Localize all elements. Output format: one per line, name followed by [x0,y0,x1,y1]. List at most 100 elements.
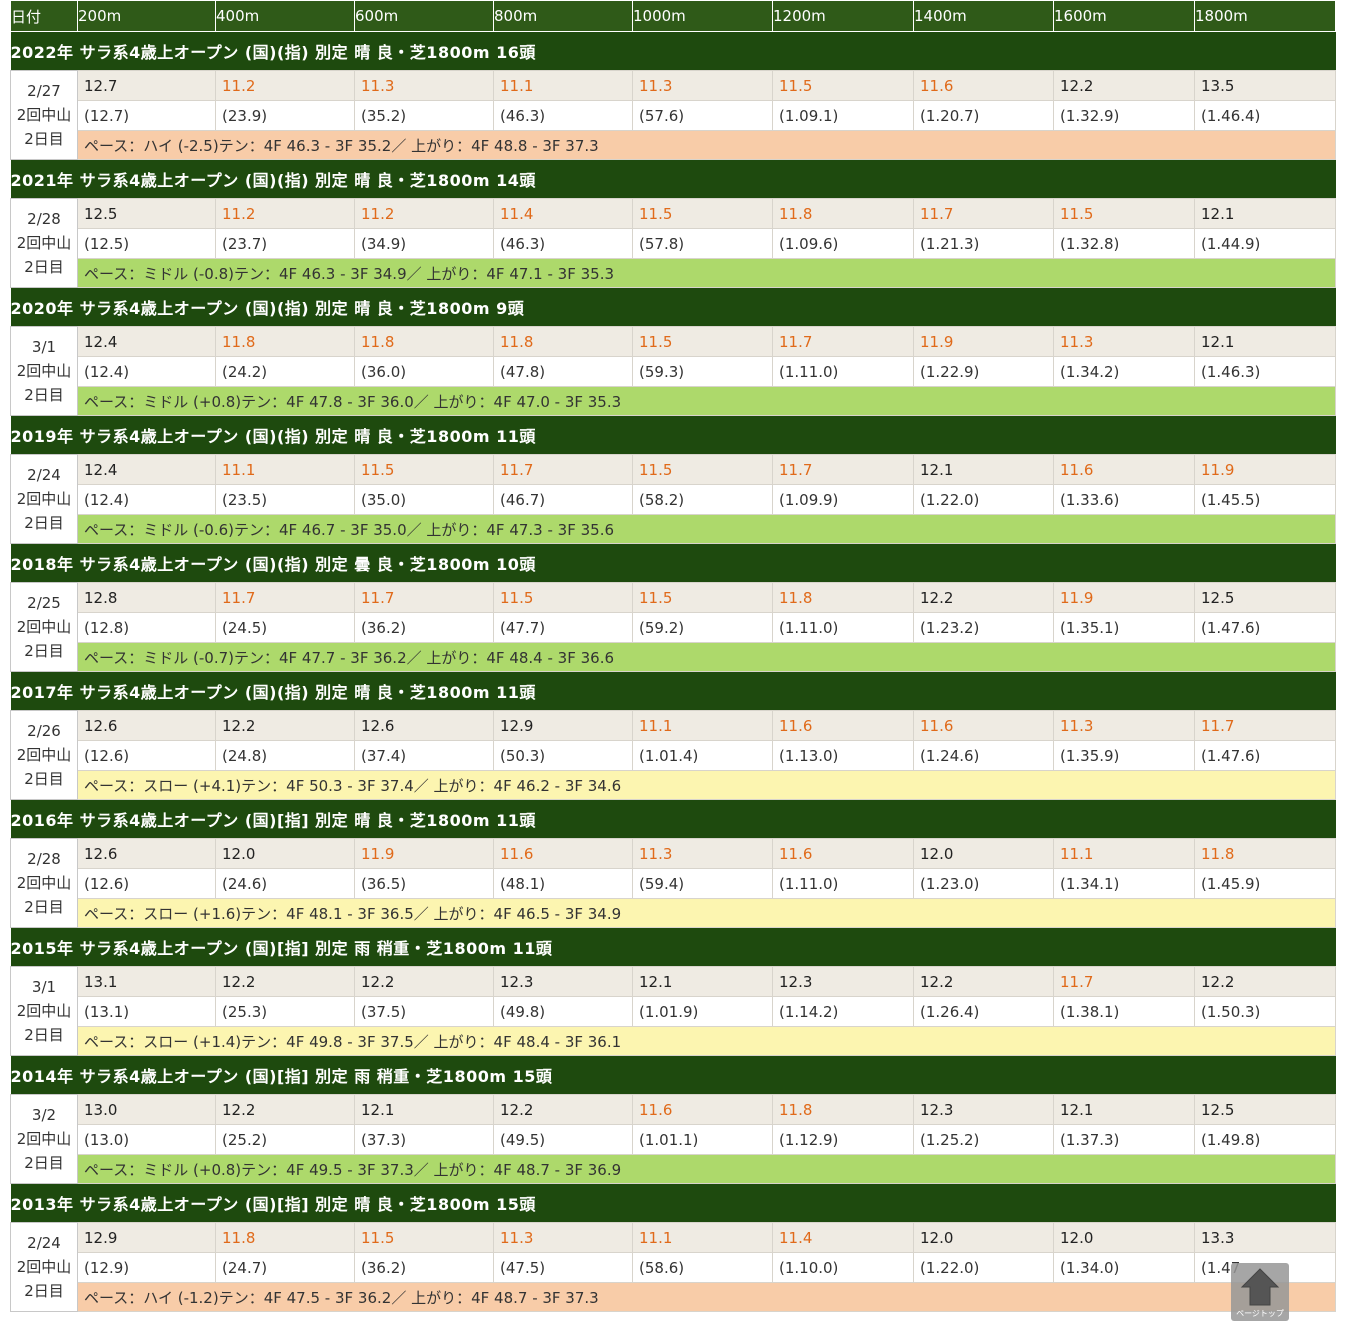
split-time: 11.6 [772,838,914,869]
cumulative-time: (36.5) [354,868,494,899]
race-title-row: 2018年 サラ系4歳上オープン (国)(指) 別定 曇 良・芝1800m 10… [10,543,1336,583]
pace-row: ペース：ミドル (+0.8)テン：4F 47.8 - 3F 36.0／ 上がり：… [11,386,1336,416]
race-day: 2日目 [24,514,64,532]
split-time: 11.5 [632,326,773,357]
cumulative-time: (24.2) [215,356,355,387]
split-time: 11.8 [772,198,914,229]
race-title: 2016年 サラ系4歳上オープン (国)[指] 別定 晴 良・芝1800m 11… [10,799,1336,839]
cumulative-time: (13.0) [77,1124,216,1155]
split-time: 12.9 [77,1222,216,1253]
cumulative-time: (58.2) [632,484,773,515]
split-time: 11.6 [772,710,914,741]
pace-row: ペース：ミドル (-0.6)テン：4F 46.7 - 3F 35.0／ 上がり：… [11,514,1336,544]
race-date: 2/24 [27,1234,61,1252]
split-time: 11.1 [632,710,773,741]
split-time: 11.5 [1053,198,1195,229]
split-time: 11.1 [1053,838,1195,869]
cumulative-time: (23.9) [215,100,355,131]
split-time: 11.4 [772,1222,914,1253]
cumulative-time: (1.26.4) [913,996,1054,1027]
pace-row: ペース：ミドル (-0.8)テン：4F 46.3 - 3F 34.9／ 上がり：… [11,258,1336,288]
cumulative-time: (12.7) [77,100,216,131]
cumulative-time: (1.37.3) [1053,1124,1195,1155]
header-distance: 200m [77,0,216,32]
cumulative-time: (1.25.2) [913,1124,1054,1155]
cumulative-row: (13.0) (25.2) (37.3) (49.5) (1.01.1) (1.12.9)… [11,1124,1336,1155]
split-time: 11.5 [493,582,633,613]
race-date-cell: 3/2 2回中山 2日目 [10,1094,78,1184]
cumulative-time: (37.4) [354,740,494,771]
race-venue: 2回中山 [16,1002,72,1020]
race-list: 2022年 サラ系4歳上オープン (国)(指) 別定 晴 良・芝1800m 16… [10,31,1336,1312]
cumulative-time: (1.33.6) [1053,484,1195,515]
cumulative-time: (25.3) [215,996,355,1027]
race-date-cell: 2/25 2回中山 2日目 [10,582,78,672]
lap-time-table-container: 日付 200m 400m 600m 800m 1000m 1200m 1400m… [10,0,1336,1312]
split-time: 12.7 [77,70,216,101]
cumulative-time: (1.46.4) [1194,100,1336,131]
cumulative-time: (1.47.6) [1194,740,1336,771]
pace-summary: ペース：ミドル (+0.8)テン：4F 49.5 - 3F 37.3／ 上がり：… [77,1154,1336,1184]
split-time: 11.3 [354,70,494,101]
cumulative-time: (37.3) [354,1124,494,1155]
race-date-cell: 2/28 2回中山 2日目 [10,838,78,928]
split-time: 11.8 [1194,838,1336,869]
split-time: 12.2 [215,966,355,997]
cumulative-row: (12.6) (24.6) (36.5) (48.1) (59.4) (1.11.0) (1… [11,868,1336,899]
cumulative-time: (1.09.6) [772,228,914,259]
split-time: 11.7 [493,454,633,485]
split-time: 11.2 [215,70,355,101]
cumulative-row: (12.4) (24.2) (36.0) (47.8) (59.3) (1.11.0) (1… [11,356,1336,387]
split-time: 12.8 [77,582,216,613]
split-time: 13.0 [77,1094,216,1125]
cumulative-time: (35.2) [354,100,494,131]
cumulative-row: (12.5) (23.7) (34.9) (46.3) (57.8) (1.09.6) (1… [11,228,1336,259]
race-day: 2日目 [24,770,64,788]
cumulative-time: (12.4) [77,356,216,387]
cumulative-time: (1.34.2) [1053,356,1195,387]
split-time: 11.2 [354,198,494,229]
pace-summary: ペース：ミドル (-0.8)テン：4F 46.3 - 3F 34.9／ 上がり：… [77,258,1336,288]
cumulative-time: (12.6) [77,740,216,771]
cumulative-time: (1.10.0) [772,1252,914,1283]
header-row: 日付 200m 400m 600m 800m 1000m 1200m 1400m… [10,0,1336,32]
split-time: 11.5 [354,454,494,485]
cumulative-time: (24.5) [215,612,355,643]
cumulative-time: (24.8) [215,740,355,771]
split-time: 12.1 [1194,198,1336,229]
cumulative-time: (12.4) [77,484,216,515]
split-time: 11.7 [1053,966,1195,997]
header-distance: 1200m [772,0,914,32]
split-time: 11.9 [1194,454,1336,485]
race-venue: 2回中山 [16,106,72,124]
split-time: 11.3 [493,1222,633,1253]
split-time: 11.6 [493,838,633,869]
split-time: 11.5 [632,454,773,485]
cumulative-row: (12.8) (24.5) (36.2) (47.7) (59.2) (1.11.0) (1… [11,612,1336,643]
split-row: 2/24 2回中山 2日目 12.4 11.1 11.5 11.7 11.5 11.7 12.1 1… [10,454,1336,544]
pace-row: ペース：スロー (+1.4)テン：4F 49.8 - 3F 37.5／ 上がり：… [11,1026,1336,1056]
cumulative-time: (13.1) [77,996,216,1027]
cumulative-time: (23.7) [215,228,355,259]
race-title-row: 2017年 サラ系4歳上オープン (国)(指) 別定 晴 良・芝1800m 11… [10,671,1336,711]
race-title-row: 2013年 サラ系4歳上オープン (国)[指] 別定 晴 良・芝1800m 15… [10,1183,1336,1223]
split-time: 12.5 [1194,582,1336,613]
page-top-button[interactable]: ページトップ [1231,1263,1289,1321]
race-venue: 2回中山 [16,362,72,380]
split-time: 11.6 [632,1094,773,1125]
race-venue: 2回中山 [16,874,72,892]
cumulative-time: (1.45.9) [1194,868,1336,899]
split-row: 3/1 2回中山 2日目 13.1 12.2 12.2 12.3 12.1 12.3 12.2 11… [10,966,1336,1056]
race-venue: 2回中山 [16,234,72,252]
split-time: 12.2 [493,1094,633,1125]
split-time: 13.5 [1194,70,1336,101]
cumulative-time: (24.6) [215,868,355,899]
race-day: 2日目 [24,642,64,660]
cumulative-time: (59.4) [632,868,773,899]
cumulative-time: (1.13.0) [772,740,914,771]
cumulative-time: (47.7) [493,612,633,643]
split-time: 12.2 [354,966,494,997]
cumulative-time: (57.6) [632,100,773,131]
split-row: 2/28 2回中山 2日目 12.5 11.2 11.2 11.4 11.5 11.8 11.7 1… [10,198,1336,288]
split-time: 11.7 [772,326,914,357]
